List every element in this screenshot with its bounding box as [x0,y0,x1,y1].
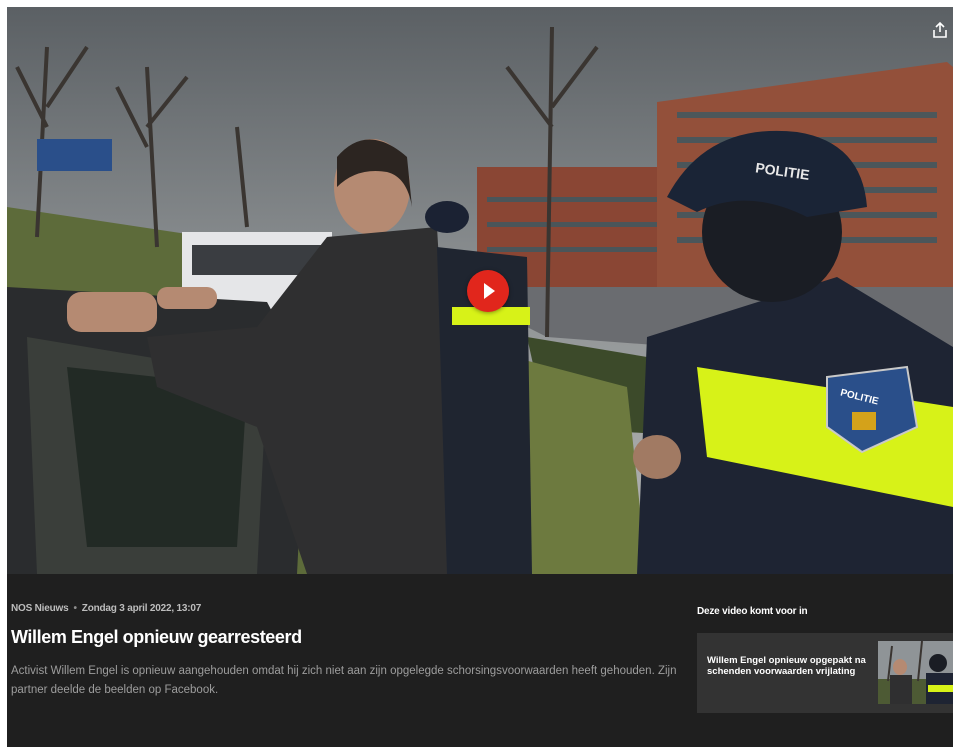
article-meta: NOS Nieuws • Zondag 3 april 2022, 13:07 [11,603,201,614]
video-frame[interactable]: POLITIE POLITIE [7,7,953,574]
video-player: POLITIE POLITIE NOS Nieuws • Zondag 3 apri… [7,7,953,747]
related-video-card[interactable]: Willem Engel opnieuw opgepakt na schende… [697,633,953,713]
source-label: NOS Nieuws [11,603,69,614]
video-description: Activist Willem Engel is opnieuw aangeho… [11,665,677,696]
share-icon[interactable] [931,21,949,39]
related-video-thumbnail [878,641,953,704]
play-icon [484,283,495,299]
meta-separator: • [73,603,77,614]
play-button[interactable] [467,270,509,312]
related-video-title: Willem Engel opnieuw opgepakt na schende… [707,655,866,677]
publish-date: Zondag 3 april 2022, 13:07 [81,603,202,614]
related-heading: Deze video komt voor in [697,606,808,617]
video-title: Willem Engel opnieuw gearresteerd [11,627,302,647]
